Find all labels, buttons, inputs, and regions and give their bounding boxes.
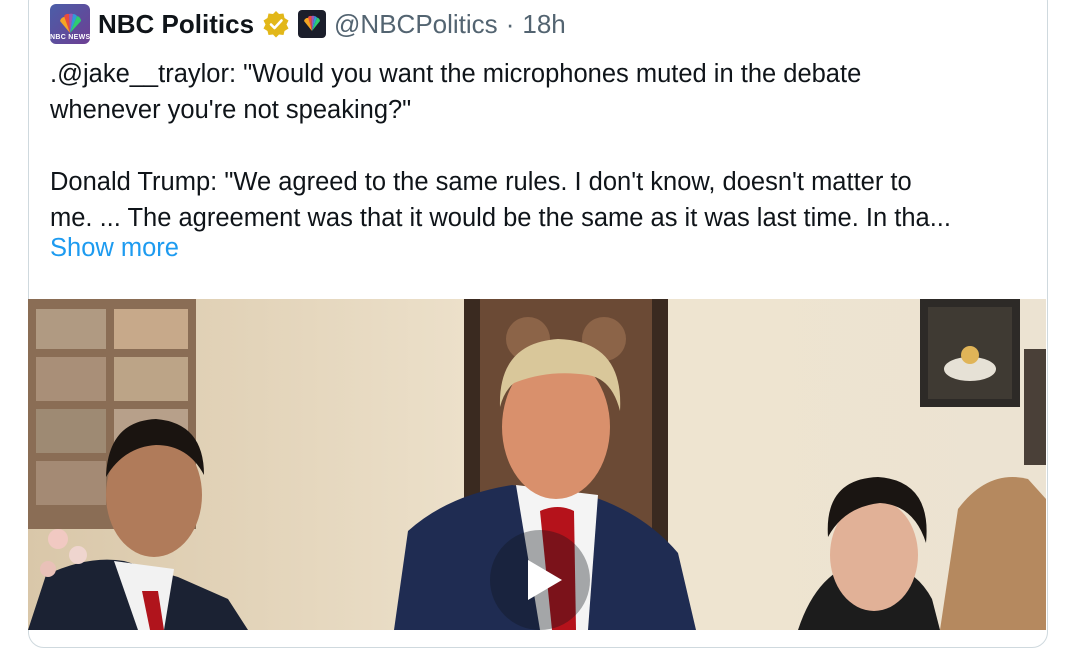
avatar[interactable]: NBC NEWS xyxy=(50,4,90,44)
author-name[interactable]: NBC Politics xyxy=(98,9,254,40)
post-text-line: Donald Trump: "We agreed to the same rul… xyxy=(50,168,912,196)
play-icon xyxy=(490,530,590,630)
show-more-link[interactable]: Show more xyxy=(50,234,179,263)
post-text-line: .@jake__traylor: "Would you want the mic… xyxy=(50,60,862,88)
gold-verified-badge-icon xyxy=(263,11,289,38)
nbc-peacock-icon xyxy=(304,15,321,31)
post-timestamp[interactable]: 18h xyxy=(522,9,565,40)
avatar-caption: NBC NEWS xyxy=(50,34,90,41)
affiliate-badge[interactable] xyxy=(298,10,327,38)
post-text: .@jake__traylor: "Would you want the mic… xyxy=(50,56,1040,236)
author-handle[interactable]: @NBCPolitics xyxy=(334,9,498,40)
separator-dot: · xyxy=(505,8,515,39)
play-button[interactable] xyxy=(486,526,594,634)
post-text-line: whenever you're not speaking?" xyxy=(50,96,412,124)
post-text-line: me. ... The agreement was that it would … xyxy=(50,204,951,232)
post-header: NBC NEWS NBC Politics @NBCPolitics · 18h xyxy=(50,4,566,44)
nbc-peacock-icon xyxy=(60,13,82,33)
